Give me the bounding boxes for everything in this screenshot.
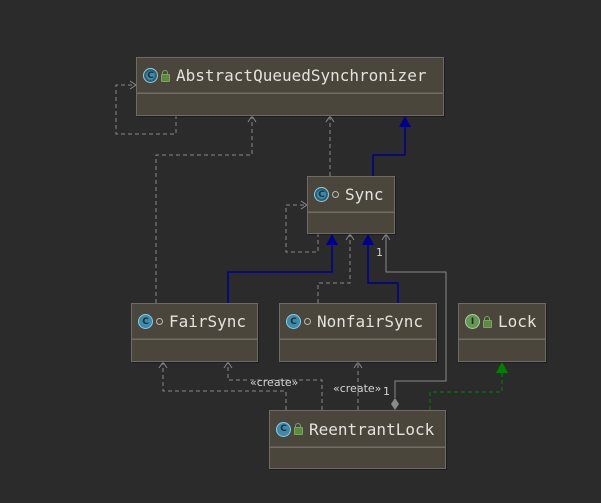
package-visibility-icon [332,191,339,198]
class-name: ReentrantLock [309,419,435,439]
class-members-section [137,92,443,115]
create-label-fairsync: «create» [250,376,299,389]
public-lock-icon [294,423,303,435]
class-name: Sync [345,185,384,204]
package-visibility-icon [156,318,163,325]
class-icon: C [314,187,329,202]
class-name: Lock [498,312,537,331]
class-header: C NonfairSync [280,304,436,340]
multiplicity-label-reentrantlock-end: 1 [383,385,390,398]
sync-extends-aqs-edge[interactable] [372,116,411,176]
class-node-abstract-queued-synchronizer[interactable]: C AbstractQueuedSynchronizer [136,57,444,116]
sync-depends-aqs-edge[interactable] [325,115,335,176]
class-header: C FairSync [132,304,257,340]
public-lock-icon [483,315,492,328]
create-label-nonfairsync: «create» [333,382,382,395]
interface-node-lock[interactable]: I Lock [458,303,546,362]
reentrantlock-implements-lock-edge[interactable] [429,362,508,410]
package-visibility-icon [304,318,311,325]
class-members-section [308,211,394,233]
class-node-fairsync[interactable]: C FairSync [131,303,258,362]
class-members-section [270,446,445,468]
public-lock-icon [161,69,170,82]
class-members-section [459,338,545,361]
class-node-sync[interactable]: C Sync [307,176,395,234]
class-header: C Sync [308,177,394,213]
class-node-nonfairsync[interactable]: C NonfairSync [279,303,437,362]
class-icon: C [286,314,301,329]
fairsync-depends-aqs-edge[interactable] [155,115,257,303]
class-name: NonfairSync [317,312,423,331]
interface-icon: I [465,314,480,329]
class-icon: C [138,314,153,329]
class-name: AbstractQueuedSynchronizer [176,66,427,85]
class-header: I Lock [459,304,545,340]
class-name: FairSync [169,312,247,331]
class-members-section [280,338,436,361]
class-icon: C [276,421,291,437]
class-icon: C [143,68,158,83]
uml-diagram-canvas[interactable]: C AbstractQueuedSynchronizer C Sync C Fa… [0,0,601,503]
multiplicity-label-sync-end: 1 [376,246,383,259]
class-header: C ReentrantLock [270,411,445,448]
nonfairsync-extends-sync-edge[interactable] [362,234,399,303]
class-header: C AbstractQueuedSynchronizer [137,58,443,94]
fairsync-extends-sync-edge[interactable] [227,234,338,303]
class-node-reentrantlock[interactable]: C ReentrantLock [269,410,446,469]
class-members-section [132,338,257,361]
